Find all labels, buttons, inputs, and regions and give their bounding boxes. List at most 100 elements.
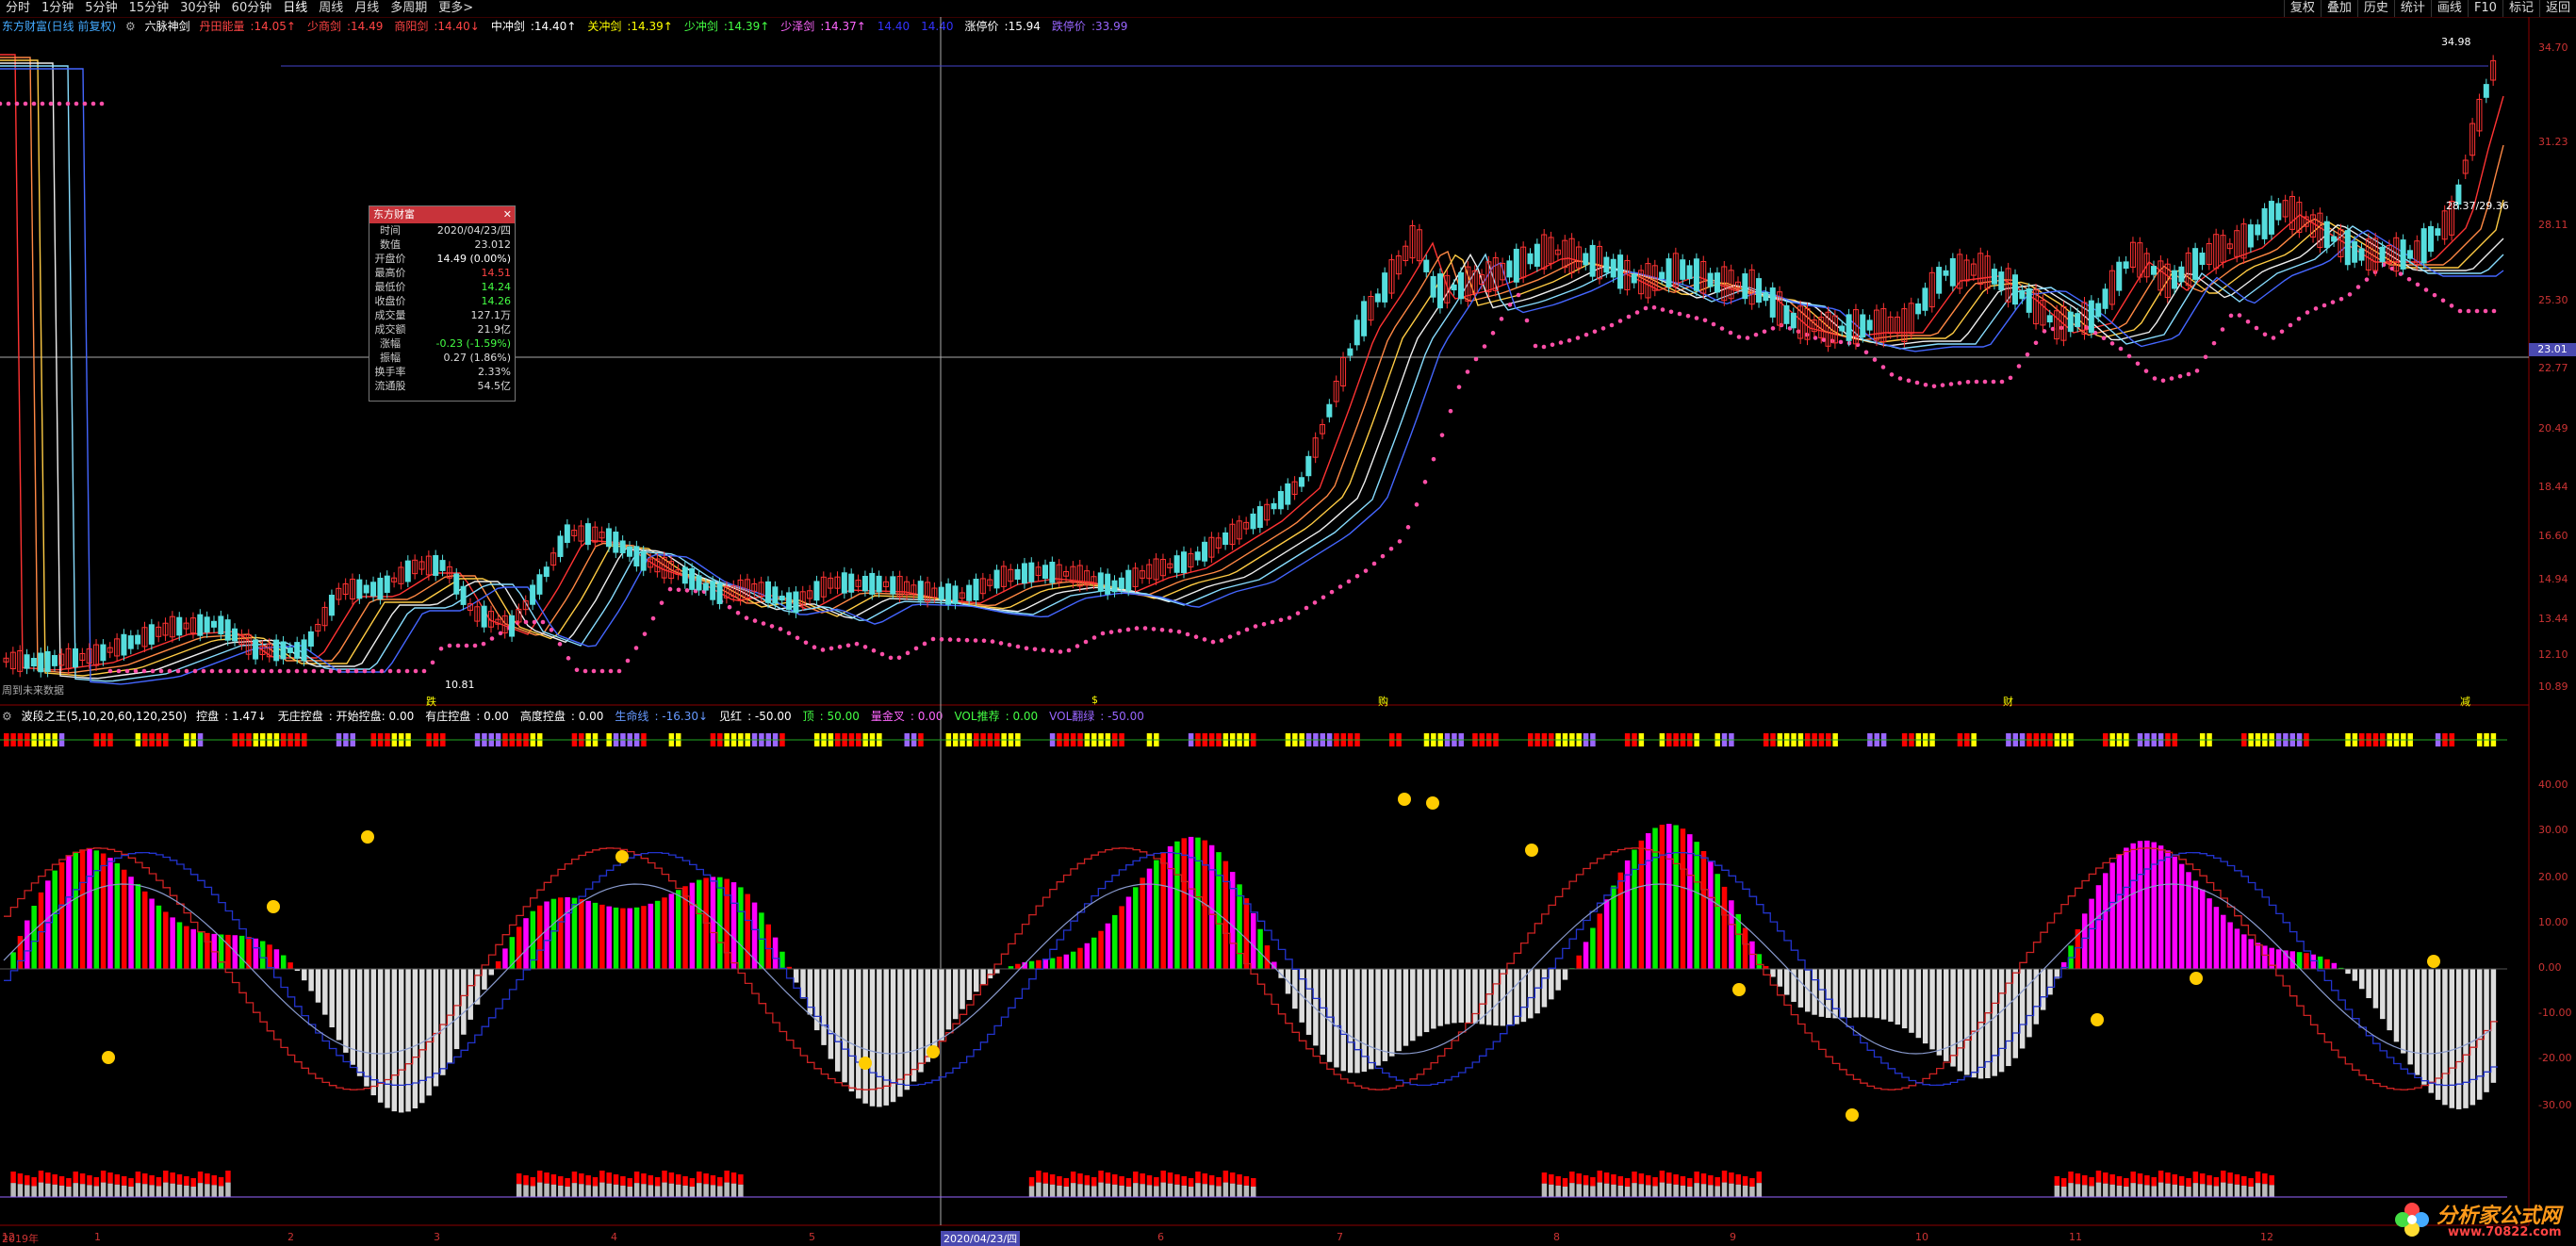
volume-bar: [606, 1184, 612, 1197]
kline-chart[interactable]: [0, 0, 2576, 1244]
histogram-bar: [2421, 969, 2427, 1085]
candle: [634, 547, 639, 566]
volume-bar: [212, 1175, 218, 1185]
candle: [1223, 533, 1228, 544]
candle: [212, 621, 217, 627]
sub-axis-tick: 30.00: [2538, 824, 2568, 836]
volume-bar: [39, 1183, 44, 1197]
trend-dot: [2441, 298, 2446, 303]
trend-dot: [91, 102, 96, 107]
smiley-icon: [1525, 844, 1538, 857]
histogram-bar: [2407, 969, 2413, 1064]
histogram-bar: [1832, 969, 1838, 1018]
trend-dot: [1466, 369, 1470, 374]
volume-bar: [551, 1185, 557, 1197]
volume-bar: [74, 1183, 79, 1197]
volume-bar: [1583, 1175, 1589, 1185]
volume-bar: [2082, 1175, 2088, 1185]
candle: [1354, 320, 1359, 345]
candle: [1022, 564, 1026, 583]
volume-bar: [2117, 1176, 2123, 1186]
volume-bar: [2214, 1186, 2220, 1197]
close-icon[interactable]: ✕: [503, 206, 512, 223]
candle: [1590, 245, 1595, 276]
volume-bar: [1549, 1174, 1554, 1185]
candle: [378, 578, 383, 598]
data-window-key: 流通股: [369, 379, 411, 393]
volume-bar: [225, 1171, 231, 1183]
trend-dot: [482, 642, 486, 647]
volume-bar: [1029, 1177, 1035, 1186]
trend-dot: [668, 587, 673, 592]
volume-bar: [2138, 1173, 2143, 1184]
candle: [1840, 326, 1845, 331]
date-tick: 3: [434, 1231, 440, 1243]
data-window-row: 最低价14.24: [369, 280, 515, 294]
data-window[interactable]: 东方财富 ✕ 时间2020/04/23/四数值23.012开盘价14.49 (0…: [369, 205, 516, 402]
candle: [531, 585, 535, 604]
volume-bar: [94, 1177, 100, 1186]
histogram-bar: [1369, 969, 1374, 1069]
trend-dot: [1440, 433, 1445, 437]
volume-bar: [1604, 1172, 1610, 1184]
trend-dot: [1330, 590, 1335, 595]
candle: [1694, 259, 1698, 291]
trend-dot: [906, 651, 911, 656]
trend-dot: [2102, 336, 2107, 340]
date-tick: 9: [1730, 1231, 1736, 1243]
volume-bar: [2262, 1173, 2268, 1184]
data-window-value: 23.012: [411, 238, 515, 252]
trend-dot: [1084, 640, 1089, 645]
candle: [2026, 288, 2031, 312]
volume-bar: [1174, 1185, 1180, 1197]
volume-bar: [690, 1178, 696, 1187]
trend-dot: [1644, 306, 1649, 311]
histogram-bar: [2103, 873, 2108, 969]
volume-bar: [1625, 1187, 1631, 1197]
trend-dot: [2204, 354, 2208, 359]
volume-bar: [1701, 1173, 1707, 1184]
volume-bar: [544, 1172, 550, 1184]
volume-bar: [1216, 1186, 1222, 1197]
trend-dot: [227, 669, 232, 674]
volume-bar: [697, 1172, 702, 1183]
histogram-bar: [1452, 969, 1457, 1023]
data-window-header[interactable]: 东方财富 ✕: [369, 206, 515, 223]
trend-dot: [244, 669, 249, 674]
candle: [2269, 202, 2273, 235]
trend-dot: [1220, 638, 1224, 643]
candle: [149, 625, 154, 645]
histogram-bar: [1417, 969, 1422, 1036]
price-tick: 20.49: [2538, 422, 2568, 434]
trend-dot: [1262, 622, 1267, 627]
trend-dot: [991, 639, 995, 644]
histogram-bar: [1036, 960, 1042, 969]
histogram-bar: [565, 897, 570, 969]
histogram-bar: [1071, 952, 1076, 969]
histogram-bar: [2227, 922, 2233, 969]
histogram-bar: [1126, 896, 1132, 969]
trend-dot: [643, 631, 648, 636]
volume-bar: [2248, 1178, 2254, 1187]
volume-bar: [136, 1172, 141, 1183]
histogram-bar: [2207, 898, 2212, 969]
data-window-row: 涨幅-0.23 (-1.59%): [369, 336, 515, 351]
histogram-bar: [1112, 915, 1118, 969]
trend-dot: [787, 631, 792, 636]
histogram-bar: [697, 880, 702, 969]
volume-bar: [1085, 1175, 1091, 1185]
trend-dot: [863, 645, 868, 649]
data-window-row: 振幅0.27 (1.86%): [369, 351, 515, 365]
histogram-bar: [1666, 824, 1672, 969]
trend-dot: [2161, 378, 2166, 383]
volume-bar: [225, 1183, 231, 1197]
histogram-bar: [149, 899, 155, 969]
histogram-bar: [2144, 841, 2150, 969]
trend-dot: [1567, 338, 1572, 343]
volume-bar: [2200, 1173, 2206, 1184]
histogram-bar: [2373, 969, 2379, 1008]
trend-dot: [2297, 317, 2302, 321]
candle: [1666, 259, 1671, 287]
price-tick: 31.23: [2538, 136, 2568, 148]
candle: [1923, 288, 1928, 310]
